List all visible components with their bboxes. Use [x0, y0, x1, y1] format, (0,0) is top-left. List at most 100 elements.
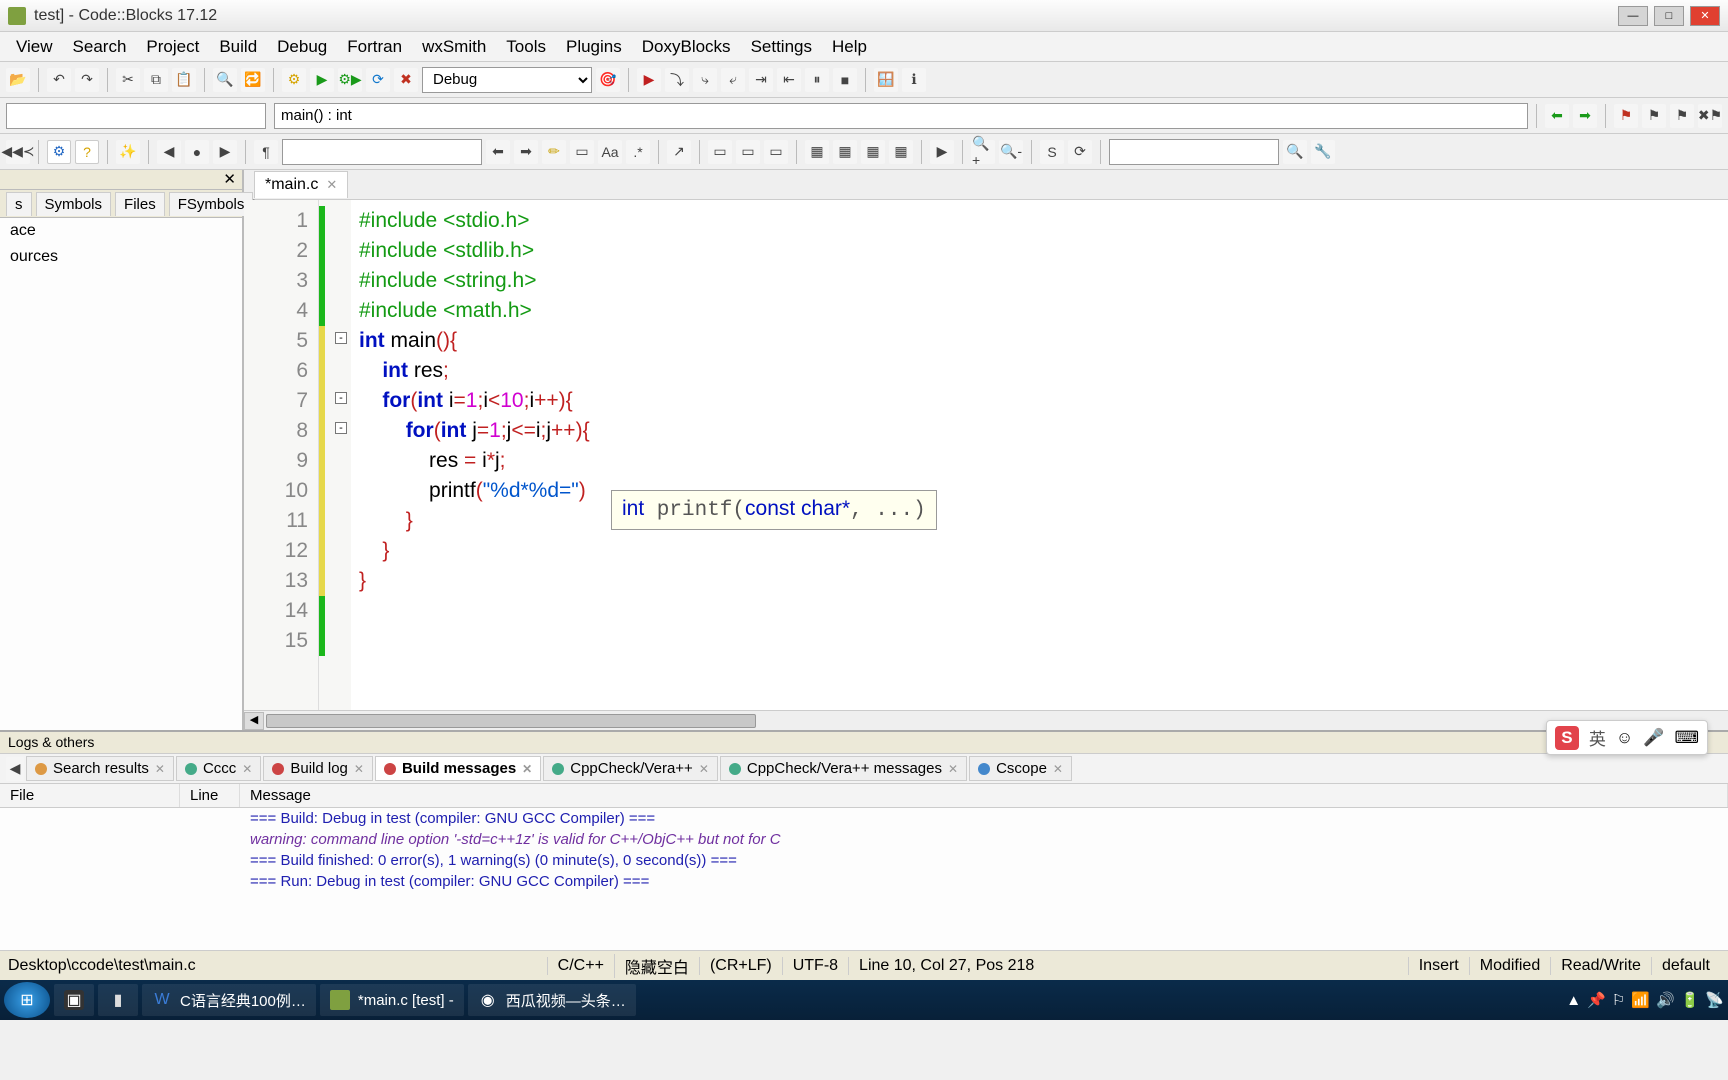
- regex-icon[interactable]: .*: [626, 140, 650, 164]
- close-button[interactable]: ✕: [1690, 6, 1720, 26]
- tab-close-icon[interactable]: ✕: [1053, 762, 1063, 776]
- pin-icon[interactable]: 📌: [1587, 991, 1606, 1009]
- log-tab[interactable]: Cccc✕: [176, 756, 261, 781]
- ime-toolbar[interactable]: S 英 ☺ 🎤 ⌨: [1546, 720, 1708, 755]
- panel1-icon[interactable]: ▭: [708, 140, 732, 164]
- editor-h-scrollbar[interactable]: ◀: [244, 710, 1728, 730]
- menu-view[interactable]: View: [6, 33, 63, 61]
- system-tray[interactable]: ▲ 📌 ⚐ 📶 🔊 🔋 📡: [1566, 991, 1724, 1009]
- tab-close-icon[interactable]: ✕: [699, 762, 709, 776]
- help-icon[interactable]: ?: [75, 140, 99, 164]
- grid1-icon[interactable]: ▦: [805, 140, 829, 164]
- windows-taskbar[interactable]: ⊞ ▣ ▮ WC语言经典100例… *main.c [test] - ◉西瓜视频…: [0, 980, 1728, 1020]
- build-target-select[interactable]: Debug: [422, 67, 592, 93]
- step-instr-icon[interactable]: ⇤: [777, 68, 801, 92]
- menu-project[interactable]: Project: [136, 33, 209, 61]
- go-back-icon[interactable]: ⬅: [486, 140, 510, 164]
- code-editor[interactable]: 123456789101112131415 - - - #include <st…: [244, 200, 1728, 710]
- grid2-icon[interactable]: ▦: [833, 140, 857, 164]
- build-run-icon[interactable]: ⚙▶: [338, 68, 362, 92]
- debug-run-icon[interactable]: ▶: [637, 68, 661, 92]
- info-icon[interactable]: ℹ: [902, 68, 926, 92]
- find-icon[interactable]: 🔍: [213, 68, 237, 92]
- nav1-icon[interactable]: ◀: [157, 140, 181, 164]
- scroll-left-icon[interactable]: ◀: [244, 712, 264, 730]
- zoom-in-icon[interactable]: 🔍+: [971, 140, 995, 164]
- code-text[interactable]: #include <stdio.h>#include <stdlib.h>#in…: [351, 200, 1728, 710]
- paste-icon[interactable]: 📋: [172, 68, 196, 92]
- search2-icon[interactable]: 🔍: [1283, 140, 1307, 164]
- nav-fwd-icon[interactable]: ➡: [1573, 104, 1597, 128]
- go-fwd-icon[interactable]: ➡: [514, 140, 538, 164]
- ime-keyboard-icon[interactable]: ⌨: [1674, 728, 1699, 748]
- arrow-icon[interactable]: ↗: [667, 140, 691, 164]
- replace-icon[interactable]: 🔁: [241, 68, 265, 92]
- log-message[interactable]: === Build finished: 0 error(s), 1 warnin…: [0, 850, 1728, 871]
- tab-close-icon[interactable]: ✕: [155, 762, 165, 776]
- zoom-out-icon[interactable]: 🔍-: [999, 140, 1023, 164]
- panel2-icon[interactable]: ▭: [736, 140, 760, 164]
- menu-wxsmith[interactable]: wxSmith: [412, 33, 496, 61]
- maximize-button[interactable]: □: [1654, 6, 1684, 26]
- fold-column[interactable]: - - -: [333, 200, 351, 710]
- battery-icon[interactable]: 🔋: [1681, 991, 1700, 1009]
- tree-item[interactable]: ace: [0, 218, 242, 244]
- log-tab[interactable]: Build messages✕: [375, 756, 541, 781]
- case-icon[interactable]: Aa: [598, 140, 622, 164]
- step-out-icon[interactable]: ⤶: [721, 68, 745, 92]
- debug-stop-icon[interactable]: ■: [833, 68, 857, 92]
- log-tab[interactable]: CppCheck/Vera++ messages✕: [720, 756, 967, 781]
- select-icon[interactable]: ▭: [570, 140, 594, 164]
- tab-close-icon[interactable]: ✕: [948, 762, 958, 776]
- menu-help[interactable]: Help: [822, 33, 877, 61]
- log-tab[interactable]: Cscope✕: [969, 756, 1072, 781]
- copy-icon[interactable]: ⧉: [144, 68, 168, 92]
- bookmark-flag-icon[interactable]: ⚑: [1614, 104, 1638, 128]
- grid4-icon[interactable]: ▦: [889, 140, 913, 164]
- panel-close-icon[interactable]: ✕: [223, 171, 236, 188]
- nav2-icon[interactable]: ●: [185, 140, 209, 164]
- bookmark-clear-icon[interactable]: ✖⚑: [1698, 104, 1722, 128]
- highlight-icon[interactable]: ✏: [542, 140, 566, 164]
- run-icon[interactable]: ▶: [310, 68, 334, 92]
- task-item[interactable]: ◉西瓜视频—头条…: [468, 984, 636, 1016]
- scroll-thumb[interactable]: [266, 714, 756, 728]
- menu-tools[interactable]: Tools: [496, 33, 556, 61]
- log-message[interactable]: === Build: Debug in test (compiler: GNU …: [0, 808, 1728, 829]
- stop-icon[interactable]: ✖: [394, 68, 418, 92]
- fold-icon[interactable]: -: [335, 332, 347, 344]
- s-icon[interactable]: S: [1040, 140, 1064, 164]
- build-icon[interactable]: ⚙: [282, 68, 306, 92]
- signal-icon[interactable]: 📡: [1705, 991, 1724, 1009]
- debug-windows-icon[interactable]: 🪟: [874, 68, 898, 92]
- sidebar-tab[interactable]: s: [6, 192, 32, 216]
- menu-search[interactable]: Search: [63, 33, 137, 61]
- task-item[interactable]: WC语言经典100例…: [142, 984, 316, 1016]
- cut-icon[interactable]: ✂: [116, 68, 140, 92]
- ime-lang[interactable]: 英: [1589, 725, 1606, 750]
- refresh-icon[interactable]: ⟳: [1068, 140, 1092, 164]
- tab-close-icon[interactable]: ✕: [242, 762, 252, 776]
- log-message[interactable]: === Run: Debug in test (compiler: GNU GC…: [0, 871, 1728, 892]
- grid3-icon[interactable]: ▦: [861, 140, 885, 164]
- function-dropdown[interactable]: main() : int: [274, 103, 1528, 129]
- minimize-button[interactable]: —: [1618, 6, 1648, 26]
- sidebar-tab[interactable]: Files: [115, 192, 165, 216]
- menu-fortran[interactable]: Fortran: [337, 33, 412, 61]
- step-into-icon[interactable]: ⤷: [693, 68, 717, 92]
- log-tab[interactable]: CppCheck/Vera++✕: [543, 756, 718, 781]
- tab-close-icon[interactable]: ✕: [522, 762, 532, 776]
- open-icon[interactable]: 📂: [6, 68, 30, 92]
- start-button[interactable]: ⊞: [4, 982, 50, 1018]
- redo-icon[interactable]: ↷: [75, 68, 99, 92]
- flag-icon[interactable]: ⚐: [1612, 991, 1625, 1009]
- log-tab[interactable]: Build log✕: [263, 756, 373, 781]
- prev-marker-icon[interactable]: ◀◀≺: [6, 140, 30, 164]
- fold-icon[interactable]: -: [335, 392, 347, 404]
- panel3-icon[interactable]: ▭: [764, 140, 788, 164]
- file-tab[interactable]: *main.c ✕: [254, 171, 348, 198]
- task-item[interactable]: ▮: [98, 984, 138, 1016]
- menu-build[interactable]: Build: [209, 33, 267, 61]
- run2-icon[interactable]: ▶: [930, 140, 954, 164]
- sogou-icon[interactable]: S: [1555, 726, 1579, 750]
